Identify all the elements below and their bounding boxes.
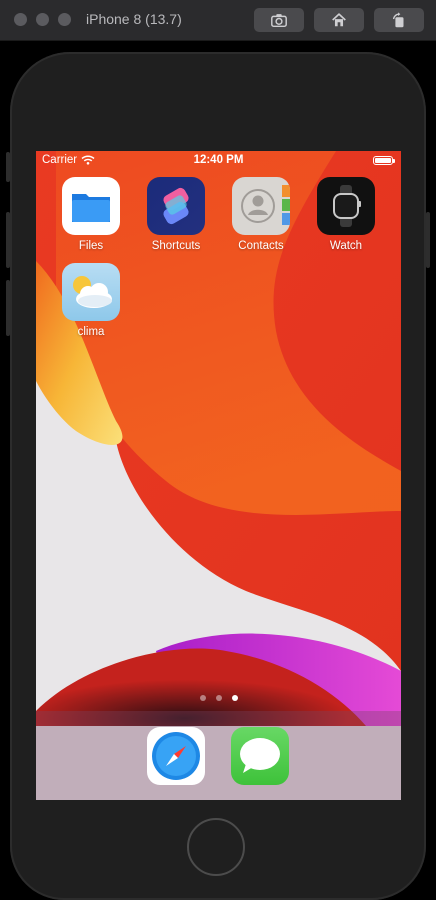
rotate-icon	[392, 12, 404, 28]
app-files[interactable]: Files	[51, 177, 131, 252]
contacts-icon	[232, 177, 290, 235]
status-bar: Carrier 12:40 PM	[36, 151, 401, 171]
rotate-button[interactable]	[374, 8, 424, 32]
page-indicator[interactable]	[36, 695, 401, 701]
page-dot[interactable]	[199, 695, 206, 701]
app-watch[interactable]: Watch	[306, 177, 386, 252]
page-dot-active[interactable]	[231, 695, 238, 701]
home-toolbar-button[interactable]	[314, 8, 364, 32]
files-icon	[62, 177, 120, 235]
silent-switch[interactable]	[6, 152, 10, 182]
app-contacts[interactable]: Contacts	[221, 177, 301, 252]
screenshot-button[interactable]	[254, 8, 304, 32]
dock	[36, 711, 401, 800]
app-label: Files	[78, 240, 104, 252]
app-label: Shortcuts	[151, 240, 201, 252]
device-home-button[interactable]	[187, 818, 245, 876]
home-screen: Carrier 12:40 PM Files Shortcuts Contact…	[36, 151, 401, 800]
app-label: Watch	[329, 240, 363, 252]
page-dot[interactable]	[215, 695, 222, 701]
shortcuts-icon	[147, 177, 205, 235]
simulator-title-bar: iPhone 8 (13.7)	[0, 0, 436, 41]
app-clima[interactable]: clima	[51, 263, 131, 338]
app-label: Contacts	[238, 240, 284, 252]
clock: 12:40 PM	[193, 154, 244, 166]
close-window-button[interactable]	[14, 13, 27, 26]
battery-icon	[373, 156, 395, 165]
camera-icon	[271, 14, 287, 28]
watch-icon	[317, 177, 375, 235]
app-shortcuts[interactable]: Shortcuts	[136, 177, 216, 252]
app-label: clima	[77, 326, 105, 338]
clima-icon	[62, 263, 120, 321]
window-title: iPhone 8 (13.7)	[86, 11, 182, 27]
volume-down-button[interactable]	[6, 280, 10, 336]
safari-icon[interactable]	[147, 727, 205, 785]
messages-icon[interactable]	[231, 727, 289, 785]
power-button[interactable]	[426, 212, 430, 268]
volume-up-button[interactable]	[6, 212, 10, 268]
zoom-window-button[interactable]	[58, 13, 71, 26]
minimize-window-button[interactable]	[36, 13, 49, 26]
home-icon	[332, 13, 346, 27]
